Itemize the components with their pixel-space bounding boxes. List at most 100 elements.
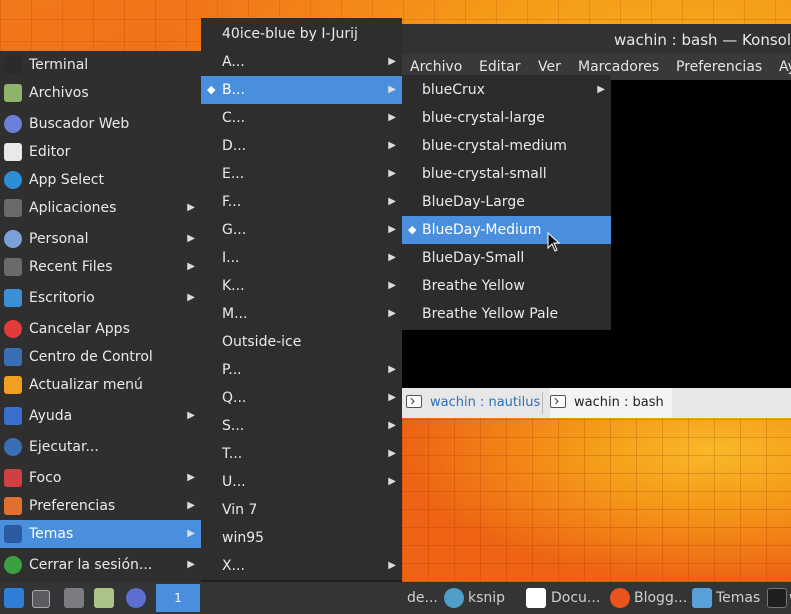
main-menu-item-buscador-web[interactable]: Buscador Web [0,110,201,138]
main-menu-item-label: Buscador Web [29,116,130,132]
themes-item-g[interactable]: G... ▶ [201,216,402,244]
submenu-arrow-icon: ▶ [187,202,195,213]
b-theme-item-blueday-medium[interactable]: ◆ BlueDay-Medium [402,216,611,244]
text-editor-icon [4,143,22,161]
b-theme-item-blue-crystal-small[interactable]: blue-crystal-small [402,160,611,188]
themes-item-b[interactable]: ◆ B... ▶ [201,76,402,104]
document-editor-icon [526,588,546,608]
main-menu-item-recent-files[interactable]: Recent Files ▶ [0,253,201,281]
taskbar-task-blogger[interactable]: Blogg... [634,582,687,614]
menu-archivo[interactable]: Archivo [410,59,462,75]
main-menu-item-temas[interactable]: Temas ▶ [0,520,201,548]
file-manager-icon[interactable] [94,588,114,608]
menu-preferencias[interactable]: Preferencias [676,59,762,75]
submenu-arrow-icon: ▶ [187,559,195,570]
themes-item-p[interactable]: P... ▶ [201,356,402,384]
menu-editar[interactable]: Editar [479,59,520,75]
main-menu-item-escritorio[interactable]: Escritorio ▶ [0,284,201,312]
themes-item-label: U... [222,474,246,490]
main-menu-item-ejecutar[interactable]: Ejecutar... [0,433,201,461]
ksnip-icon [444,588,464,608]
terminal-icon [4,56,22,74]
taskbar: 1 de... ksnip Docu... Blogg... Temas wac [0,582,791,614]
main-menu-item-foco[interactable]: Foco ▶ [0,464,201,492]
themes-item-x[interactable]: X... ▶ [201,552,402,580]
submenu-arrow-icon: ▶ [187,472,195,483]
main-menu-item-cancelar-apps[interactable]: Cancelar Apps [0,315,201,343]
main-menu-item-label: Foco [29,470,62,486]
logout-icon [4,556,22,574]
desktop-wallpaper-region [402,418,791,582]
themes-item-c[interactable]: C... ▶ [201,104,402,132]
taskbar-task-document[interactable]: de... [407,582,438,614]
themes-item-label: Vin 7 [222,502,258,518]
main-menu-item-actualizar-menu[interactable]: Actualizar menú [0,371,201,399]
themes-item-s[interactable]: S... ▶ [201,412,402,440]
b-theme-item-label: blue-crystal-small [422,166,547,182]
themes-item-f[interactable]: F... ▶ [201,188,402,216]
themes-item-a[interactable]: A... ▶ [201,48,402,76]
tab-bash[interactable]: wachin : bash [550,388,672,418]
themes-item-i[interactable]: I... ▶ [201,244,402,272]
main-menu-item-ayuda[interactable]: Ayuda ▶ [0,402,201,430]
b-theme-item-label: BlueDay-Large [422,194,525,210]
main-menu-item-app-select[interactable]: App Select [0,166,201,194]
window-title: wachin : bash — Konsole [614,31,791,49]
menu-ver[interactable]: Ver [538,59,561,75]
b-theme-item-breathe-yellow-pale[interactable]: Breathe Yellow Pale [402,300,611,328]
taskbar-task-docu[interactable]: Docu... [551,582,600,614]
themes-item-label: Outside-ice [222,334,302,350]
themes-item-m[interactable]: M... ▶ [201,300,402,328]
b-theme-item-label: Breathe Yellow [422,278,525,294]
web-browser-icon [4,115,22,133]
web-browser-icon[interactable] [126,588,146,608]
themes-item-win95[interactable]: win95 [201,524,402,552]
app-select-icon [4,171,22,189]
main-menu-item-terminal[interactable]: Terminal [0,51,201,79]
main-menu-item-editor[interactable]: Editor [0,138,201,166]
windows-list-icon[interactable] [32,590,50,608]
submenu-arrow-icon: ▶ [388,280,396,291]
themes-item-d[interactable]: D... ▶ [201,132,402,160]
main-menu-item-label: Centro de Control [29,349,153,365]
main-menu-item-label: Cerrar la sesión... [29,557,153,573]
main-menu-item-preferencias[interactable]: Preferencias ▶ [0,492,201,520]
themes-item-e[interactable]: E... ▶ [201,160,402,188]
main-menu-item-label: Temas [29,526,74,542]
b-theme-item-blueday-large[interactable]: BlueDay-Large [402,188,611,216]
b-theme-item-breathe-yellow[interactable]: Breathe Yellow [402,272,611,300]
b-theme-item-blue-crystal-medium[interactable]: blue-crystal-medium [402,132,611,160]
main-menu-item-centro-de-control[interactable]: Centro de Control [0,343,201,371]
submenu-arrow-icon: ▶ [388,308,396,319]
tab-nautilus[interactable]: wachin : nautilus [406,388,540,418]
b-theme-item-bluecrux[interactable]: blueCrux ▶ [402,76,611,104]
taskbar-task-ksnip[interactable]: ksnip [468,582,505,614]
eject-icon[interactable] [64,588,84,608]
themes-item-label: win95 [222,530,265,546]
taskbar-task-temas[interactable]: Temas [716,582,760,614]
themes-item-outside-ice[interactable]: Outside-ice [201,328,402,356]
themes-item-vin-7[interactable]: Vin 7 [201,496,402,524]
submenu-arrow-icon: ▶ [388,252,396,263]
main-menu-item-personal[interactable]: Personal ▶ [0,225,201,253]
themes-item-u[interactable]: U... ▶ [201,468,402,496]
submenu-arrow-icon: ▶ [187,528,195,539]
themes-item-40ice-blue-by-i-jurij[interactable]: 40ice-blue by I-Jurij [201,20,402,48]
themes-item-k[interactable]: K... ▶ [201,272,402,300]
main-menu-item-aplicaciones[interactable]: Aplicaciones ▶ [0,194,201,222]
themes-item-q[interactable]: Q... ▶ [201,384,402,412]
b-theme-item-blue-crystal-large[interactable]: blue-crystal-large [402,104,611,132]
themes-item-label: D... [222,138,247,154]
themes-item-label: I... [222,250,240,266]
main-menu-item-cerrar-la-sesion[interactable]: Cerrar la sesión... ▶ [0,551,201,579]
desktop-pager[interactable]: 1 [156,584,200,612]
app-menu-icon[interactable] [4,588,24,608]
menu-marcadores[interactable]: Marcadores [578,59,659,75]
konsole-titlebar[interactable]: wachin : bash — Konsole [402,24,791,54]
tab-divider [542,392,543,414]
menu-ayuda[interactable]: Ay [779,59,791,75]
main-menu-item-archivos[interactable]: Archivos [0,79,201,107]
mouse-cursor-icon [547,232,561,252]
b-theme-item-blueday-small[interactable]: BlueDay-Small [402,244,611,272]
themes-item-t[interactable]: T... ▶ [201,440,402,468]
